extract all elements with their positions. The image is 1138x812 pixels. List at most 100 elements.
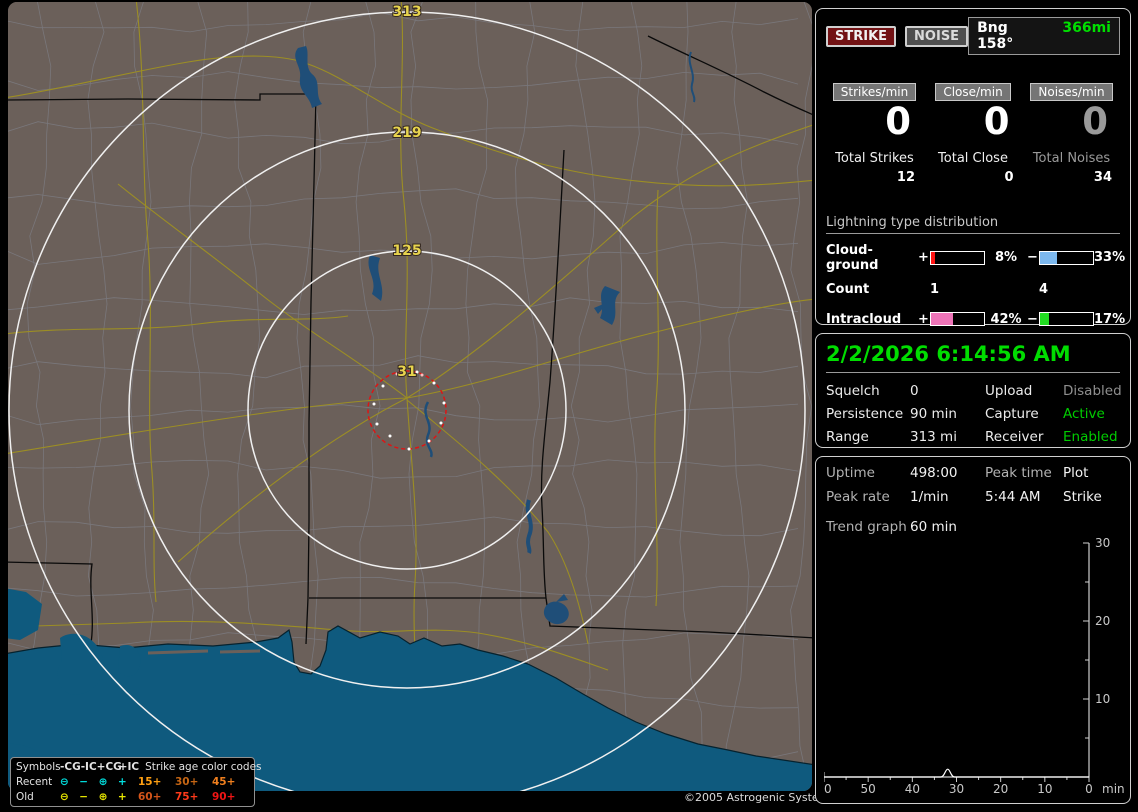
receiver-label: Receiver	[985, 429, 1044, 445]
trend-graph-label: Trend graph	[826, 519, 907, 535]
pos-ic-recent-icon: +	[117, 776, 127, 788]
neg-ic-old-icon: −	[79, 791, 89, 803]
total-noises-label: Total Noises	[1032, 150, 1111, 166]
legend-recent-row: Recent ⊖ − ⊕ + 15+ 30+ 45+	[16, 775, 249, 790]
bearing-label: Bng 158°	[977, 20, 1014, 52]
ring-label-313: 313	[392, 4, 421, 20]
age-30: 30+	[174, 776, 199, 788]
svg-text:min: min	[1102, 782, 1124, 796]
pos-ic-old-icon: +	[117, 791, 127, 803]
peak-time-label: Peak time	[985, 465, 1052, 481]
settings-grid: Squelch 0 Upload Disabled Persistence 90…	[826, 383, 1122, 445]
age-15: 15+	[137, 776, 162, 788]
ic-minus-pct: 17%	[1094, 311, 1126, 327]
strikes-counter: Strikes/min 0 Total Strikes 12	[826, 81, 923, 185]
intracloud-row: Intracloud + 42% − 17%	[826, 311, 1125, 327]
uptime-value: 498:00	[910, 465, 958, 481]
status-panel: 2/2/2026 6:14:56 AM Squelch 0 Upload Dis…	[815, 333, 1131, 448]
plus-sign: +	[918, 311, 929, 327]
bearing-readout: Bng 158° 366mi	[968, 17, 1120, 55]
cg-minus-count: 4	[1039, 281, 1049, 297]
uptime-label: Uptime	[826, 465, 875, 481]
noise-button[interactable]: NOISE	[905, 25, 969, 47]
strikes-rate: 0	[885, 100, 911, 143]
lightning-map[interactable]: 313 219 125 31	[8, 2, 812, 791]
strike-button[interactable]: STRIKE	[826, 25, 897, 47]
svg-text:30: 30	[1095, 536, 1110, 550]
age-60: 60+	[137, 791, 162, 803]
plus-sign: +	[918, 250, 929, 266]
legend-age-header: Strike age color codes	[145, 761, 262, 773]
trend-panel: Uptime 498:00 Peak time Plot Peak rate 1…	[815, 456, 1131, 804]
svg-text:60: 60	[824, 782, 832, 796]
minus-sign: −	[1027, 311, 1038, 327]
uptime-grid: Uptime 498:00 Peak time Plot Peak rate 1…	[826, 465, 1120, 505]
peak-time-value: 5:44 AM	[985, 489, 1041, 505]
capture-label: Capture	[985, 406, 1039, 422]
receiver-status: Enabled	[1063, 429, 1118, 445]
ring-label-31: 31	[397, 364, 416, 380]
age-75: 75+	[174, 791, 199, 803]
count-label: Count	[826, 281, 870, 297]
svg-text:50: 50	[861, 782, 876, 796]
svg-text:30: 30	[949, 782, 964, 796]
legend-col-neg-ic: -IC	[80, 761, 97, 773]
total-strikes-label: Total Strikes	[835, 150, 914, 166]
ic-plus-bar	[930, 312, 985, 327]
age-90: 90+	[211, 791, 236, 803]
bearing-distance: 366mi	[1062, 20, 1111, 36]
map-legend: Symbols -CG -IC +CG +IC Strike age color…	[10, 757, 262, 807]
cg-minus-bar	[1039, 250, 1094, 265]
legend-old-row: Old ⊖ − ⊕ + 60+ 75+ 90+	[16, 790, 249, 805]
pos-cg-old-icon: ⊕	[98, 791, 108, 803]
trend-graph-window: 60 min	[910, 519, 957, 535]
svg-text:10: 10	[1037, 782, 1052, 796]
lightning-type-distribution: Lightning type distribution Cloud-ground…	[826, 215, 1125, 351]
svg-text:10: 10	[1095, 692, 1110, 706]
upload-label: Upload	[985, 383, 1033, 399]
legend-col-pos-ic: +IC	[118, 761, 140, 773]
strikes-per-min-button[interactable]: Strikes/min	[832, 83, 917, 101]
range-label: Range	[826, 429, 869, 445]
plot-label: Plot	[1063, 465, 1089, 481]
ring-label-125: 125	[392, 243, 421, 259]
total-strikes-value: 12	[896, 169, 915, 185]
squelch-value: 0	[910, 383, 919, 399]
ic-minus-bar	[1039, 312, 1094, 327]
total-noises-value: 34	[1093, 169, 1112, 185]
age-45: 45+	[211, 776, 236, 788]
cloud-ground-count-row: Count 1 4	[826, 282, 1120, 297]
legend-col-pos-cg: +CG	[96, 761, 122, 773]
total-close-value: 0	[1004, 169, 1014, 185]
legend-symbols-header: Symbols	[16, 761, 61, 773]
trend-chart: 60 50 40 30 20 10 0 min 10 20 30	[824, 536, 1124, 796]
close-rate: 0	[983, 100, 1010, 143]
neg-ic-recent-icon: −	[79, 776, 89, 788]
svg-text:0: 0	[1085, 782, 1093, 796]
svg-text:20: 20	[993, 782, 1008, 796]
noises-per-min-button[interactable]: Noises/min	[1030, 83, 1113, 101]
persistence-value: 90 min	[910, 406, 957, 422]
neg-cg-old-icon: ⊖	[59, 791, 69, 803]
cg-plus-pct: 8%	[994, 250, 1018, 266]
nexstorm-window: 313 219 125 31 Symbols -CG -IC +CG +IC S…	[0, 0, 1138, 812]
persistence-label: Persistence	[826, 406, 904, 422]
ring-label-219: 219	[392, 125, 421, 141]
ic-plus-pct: 42%	[990, 311, 1022, 327]
legend-old-label: Old	[16, 791, 34, 803]
capture-status: Active	[1063, 406, 1105, 422]
range-value: 313 mi	[910, 429, 957, 445]
squelch-label: Squelch	[826, 383, 880, 399]
plot-mode-value[interactable]: Strike	[1063, 489, 1120, 505]
legend-recent-label: Recent	[16, 776, 53, 788]
cloud-ground-label: Cloud-ground	[826, 242, 879, 273]
distribution-title: Lightning type distribution	[826, 215, 1120, 234]
cg-plus-count: 1	[930, 281, 940, 297]
cg-minus-pct: 33%	[1094, 250, 1126, 266]
upload-status: Disabled	[1063, 383, 1122, 399]
neg-cg-recent-icon: ⊖	[59, 776, 69, 788]
noises-counter: Noises/min 0 Total Noises 34	[1023, 81, 1120, 185]
close-per-min-button[interactable]: Close/min	[935, 83, 1011, 101]
svg-text:20: 20	[1095, 614, 1110, 628]
cloud-ground-row: Cloud-ground + 8% − 33%	[826, 242, 1125, 273]
